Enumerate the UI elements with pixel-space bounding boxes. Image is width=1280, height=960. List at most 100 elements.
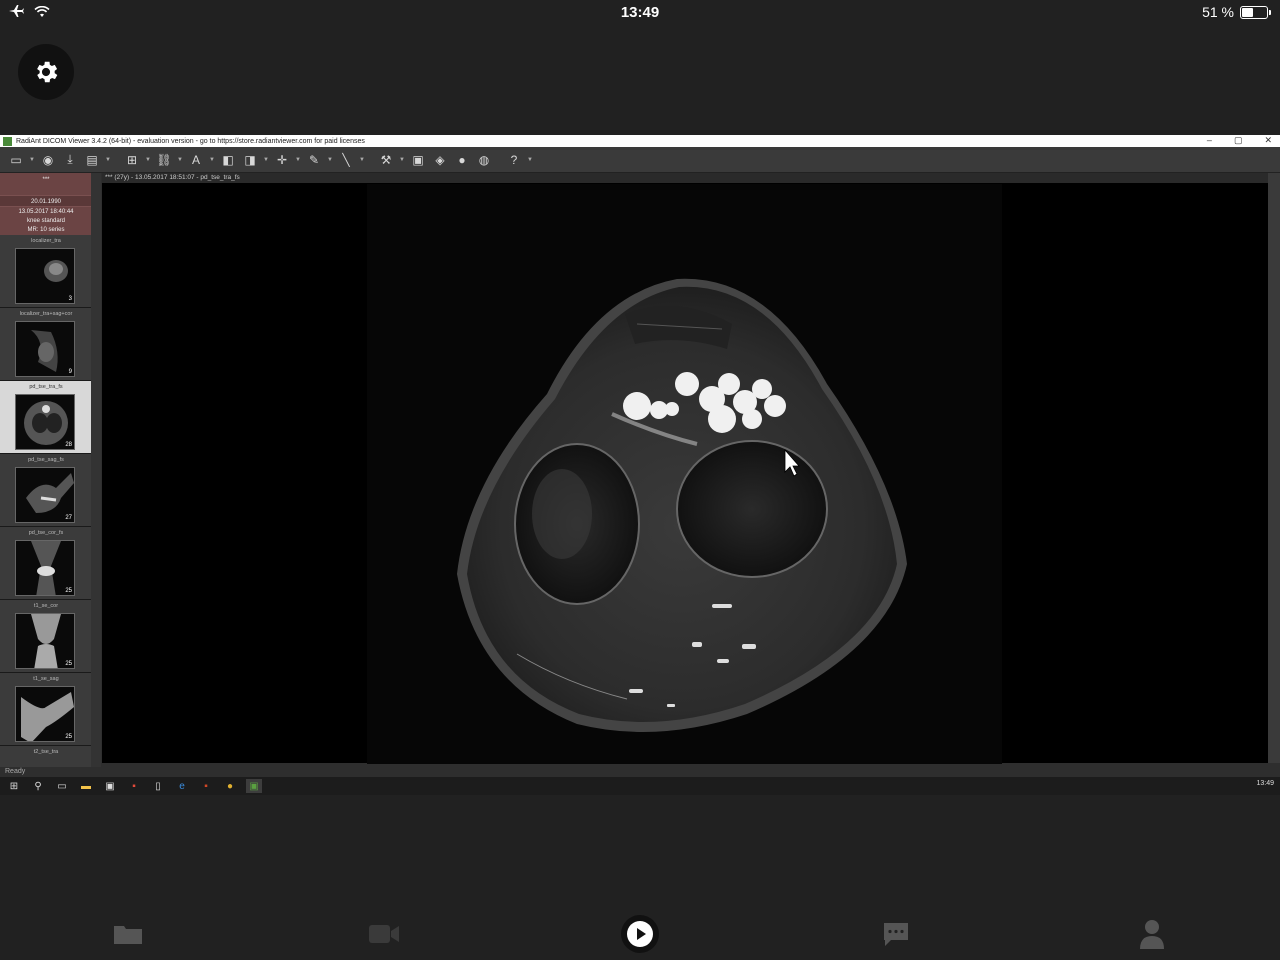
text-icon[interactable]: A	[186, 151, 206, 169]
series-item[interactable]: localizer_tra+sag+cor 9	[0, 308, 92, 381]
toolbar-separator	[114, 151, 120, 169]
contrast-icon[interactable]: ◨	[240, 151, 260, 169]
mpr-icon[interactable]: ◈	[430, 151, 450, 169]
radiant-app-icon	[3, 136, 12, 146]
play-icon	[621, 915, 659, 953]
mri-image[interactable]	[367, 184, 1002, 764]
series-thumbnail: 27	[15, 467, 75, 523]
tools-icon[interactable]: ⚒	[376, 151, 396, 169]
file-explorer-icon[interactable]: ▬	[78, 779, 94, 793]
window-controls: – ▢ ✕	[1207, 135, 1272, 146]
tab-files[interactable]	[108, 916, 148, 952]
radiant-icon[interactable]: ▣	[246, 779, 262, 793]
compare-icon[interactable]: ◧	[218, 151, 238, 169]
powerpoint-icon[interactable]: ▪	[198, 779, 214, 793]
video-camera-icon	[369, 925, 399, 943]
chevron-down-icon[interactable]: ▼	[144, 151, 152, 169]
3d-icon[interactable]: ●	[452, 151, 472, 169]
series-item-active[interactable]: pd_tse_tra_fs 28	[0, 381, 92, 454]
chevron-down-icon[interactable]: ▼	[104, 151, 112, 169]
chevron-down-icon[interactable]: ▼	[358, 151, 366, 169]
remote-desktop-screen[interactable]: RadiAnt DICOM Viewer 3.4.2 (64-bit) - ev…	[0, 135, 1280, 795]
series-label: t1_se_sag	[33, 676, 59, 682]
series-label: t1_se_cor	[33, 603, 59, 609]
series-sidebar: *** 20.01.1990 13.05.2017 18:40:44 knee …	[0, 173, 92, 767]
series-thumbnail: 28	[15, 394, 75, 450]
series-count: 27	[65, 515, 72, 521]
series-thumbnail: 25	[15, 613, 75, 669]
battery-percent: 51 %	[1202, 4, 1234, 20]
chevron-down-icon[interactable]: ▼	[208, 151, 216, 169]
settings-button[interactable]	[18, 44, 74, 100]
status-right: 51 %	[1202, 4, 1271, 20]
maximize-button[interactable]: ▢	[1234, 135, 1243, 146]
layout-icon[interactable]: ⊞	[122, 151, 142, 169]
open-folder-icon[interactable]: ▭	[6, 151, 26, 169]
crosshair-icon[interactable]: ✛	[272, 151, 292, 169]
person-icon	[1140, 920, 1164, 949]
brush-icon[interactable]: ✎	[304, 151, 324, 169]
series-count: 25	[65, 661, 72, 667]
series-thumbnail: 9	[15, 321, 75, 377]
bottom-tab-bar	[0, 900, 1280, 960]
windows-start-icon[interactable]: ⊞	[6, 779, 22, 793]
series-thumbnail: 25	[15, 540, 75, 596]
chat-icon	[884, 923, 908, 946]
app-status: Ready	[0, 767, 1280, 777]
series-count: 25	[65, 588, 72, 594]
tab-chat[interactable]	[876, 916, 916, 952]
series-item[interactable]: t1_se_sag 25	[0, 673, 92, 746]
series-item[interactable]: t1_se_cor 25	[0, 600, 92, 673]
series-label: pd_tse_cor_fs	[28, 530, 64, 536]
close-button[interactable]: ✕	[1264, 135, 1272, 146]
search-icon[interactable]: ⚲	[30, 779, 46, 793]
export-icon[interactable]: ▣	[408, 151, 428, 169]
document-icon[interactable]: ▯	[150, 779, 166, 793]
task-view-icon[interactable]: ▭	[54, 779, 70, 793]
series-label: pd_tse_tra_fs	[29, 384, 63, 390]
folder-icon	[114, 926, 142, 944]
minimize-button[interactable]: –	[1207, 135, 1212, 146]
ios-status-bar: 13:49 51 %	[0, 0, 1280, 26]
help-icon[interactable]: ?	[504, 151, 524, 169]
toolbar-separator	[496, 151, 502, 169]
patient-name: ***	[42, 177, 50, 183]
window-titlebar: RadiAnt DICOM Viewer 3.4.2 (64-bit) - ev…	[0, 135, 1280, 147]
edge-icon[interactable]: e	[174, 779, 190, 793]
volume-icon[interactable]: ◍	[474, 151, 494, 169]
chevron-down-icon[interactable]: ▼	[398, 151, 406, 169]
cd-icon[interactable]: ◉	[38, 151, 58, 169]
tab-play[interactable]	[620, 915, 660, 953]
viewport-title: *** (27y) - 13.05.2017 18:51:07 - pd_tse…	[105, 174, 240, 181]
download-icon[interactable]: ⤓	[60, 151, 80, 169]
viewport-scrollbar[interactable]	[1268, 173, 1280, 763]
link-icon[interactable]: ⛓	[154, 151, 174, 169]
series-count: 25	[65, 734, 72, 740]
chevron-down-icon[interactable]: ▼	[526, 151, 534, 169]
gear-icon	[37, 61, 58, 83]
save-icon[interactable]: ▤	[82, 151, 102, 169]
chevron-down-icon[interactable]: ▼	[294, 151, 302, 169]
series-item[interactable]: t2_tse_tra	[0, 746, 92, 767]
sidebar-scrollbar[interactable]	[91, 173, 101, 767]
series-count: 28	[65, 442, 72, 448]
patient-dob: 20.01.1990	[0, 195, 92, 207]
tab-profile[interactable]	[1132, 916, 1172, 952]
chevron-down-icon[interactable]: ▼	[326, 151, 334, 169]
store-icon[interactable]: ▣	[102, 779, 118, 793]
battery-icon	[1240, 5, 1271, 19]
series-thumbnail: 25	[15, 686, 75, 742]
pdf-icon[interactable]: ▪	[126, 779, 142, 793]
taskbar-clock: 13:49	[1256, 780, 1274, 787]
measure-icon[interactable]: ╲	[336, 151, 356, 169]
patient-info[interactable]: *** 20.01.1990 13.05.2017 18:40:44 knee …	[0, 173, 92, 235]
chrome-icon[interactable]: ●	[222, 779, 238, 793]
series-item[interactable]: pd_tse_cor_fs 25	[0, 527, 92, 600]
series-item[interactable]: localizer_tra 3	[0, 235, 92, 308]
chevron-down-icon[interactable]: ▼	[176, 151, 184, 169]
series-item[interactable]: pd_tse_sag_fs 27	[0, 454, 92, 527]
tab-video[interactable]	[364, 916, 404, 952]
chevron-down-icon[interactable]: ▼	[28, 151, 36, 169]
series-label: localizer_tra	[31, 238, 61, 244]
chevron-down-icon[interactable]: ▼	[262, 151, 270, 169]
